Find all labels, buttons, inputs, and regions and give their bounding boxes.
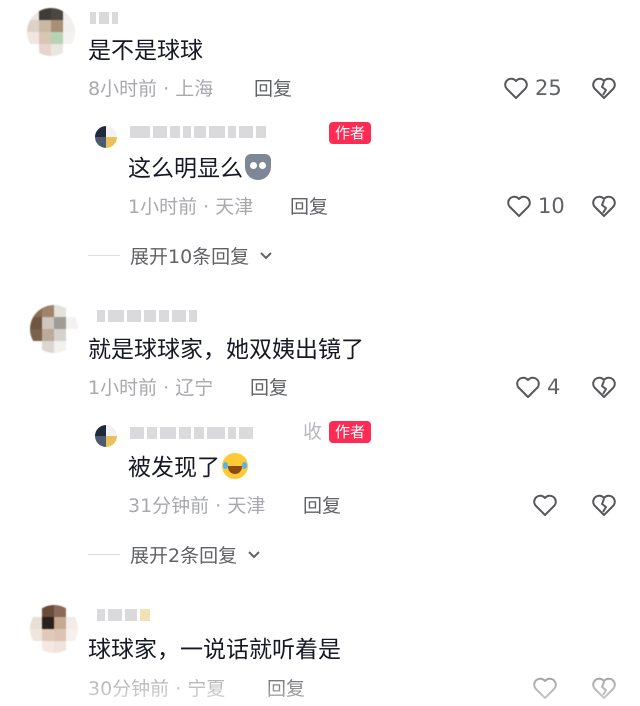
reply-meta: 1小时前 · 天津: [128, 196, 254, 218]
reply-meta: 31分钟前 · 天津: [128, 495, 266, 517]
reply-location: 天津: [215, 196, 254, 218]
expand-replies-button[interactable]: 展开2条回复: [88, 541, 261, 568]
divider: [88, 554, 120, 555]
like-button[interactable]: 25: [503, 76, 562, 100]
comment-meta: 30分钟前 · 宁夏: [88, 678, 226, 700]
comment-location: 上海: [175, 78, 214, 100]
comment-time: 8小时前: [88, 78, 158, 100]
like-count: 25: [535, 76, 562, 100]
like-count: 10: [538, 194, 565, 218]
broken-heart-icon: [592, 494, 616, 516]
broken-heart-icon: [592, 677, 616, 699]
reply-button[interactable]: 回复: [250, 376, 288, 400]
expand-label: 展开10条回复: [130, 246, 250, 268]
avatar[interactable]: [27, 8, 75, 56]
reply-button[interactable]: 回复: [290, 195, 328, 219]
reply-time: 1小时前: [128, 196, 198, 218]
comment-meta: 8小时前 · 上海: [88, 78, 214, 100]
reply-button[interactable]: 回复: [267, 677, 305, 701]
author-name-tail: 收: [303, 421, 323, 443]
comment-text: 球球家，一说话就听着是: [88, 637, 341, 663]
reply-text: 这么明显么: [128, 154, 271, 184]
heart-outline-icon: [533, 494, 557, 516]
author-tag: 作者: [329, 122, 372, 144]
broken-heart-icon: [592, 77, 616, 99]
avatar[interactable]: [30, 305, 78, 353]
author-avatar[interactable]: [95, 425, 117, 447]
expand-label: 展开2条回复: [130, 545, 238, 567]
dislike-button[interactable]: [591, 493, 617, 521]
dislike-button[interactable]: [591, 375, 617, 403]
like-button[interactable]: [532, 493, 558, 517]
comment-location: 辽宁: [175, 377, 214, 399]
reply-button[interactable]: 回复: [254, 77, 292, 101]
avatar[interactable]: [30, 605, 78, 653]
comment-text: 是不是球球: [88, 38, 203, 64]
username-blurred[interactable]: [90, 10, 118, 26]
comment-location: 宁夏: [187, 678, 226, 700]
comment-meta: 1小时前 · 辽宁: [88, 377, 214, 399]
heart-outline-icon: [533, 677, 557, 699]
laughing-crying-emoji: [222, 453, 248, 479]
dislike-button[interactable]: [591, 194, 617, 222]
username-blurred[interactable]: [97, 607, 150, 623]
author-name-blurred[interactable]: [130, 425, 253, 441]
heart-outline-icon: [516, 376, 540, 398]
broken-heart-icon: [592, 195, 616, 217]
like-count: 4: [547, 375, 561, 399]
divider: [88, 255, 120, 256]
reply-text: 被发现了: [128, 453, 248, 483]
username-blurred[interactable]: [97, 308, 197, 324]
like-button[interactable]: [532, 676, 558, 700]
reply-time: 31分钟前: [128, 495, 210, 517]
dislike-button[interactable]: [591, 76, 617, 104]
chevron-down-icon: [260, 251, 272, 259]
author-tag: 作者: [329, 421, 372, 443]
dog-face-emoji: [245, 154, 271, 180]
reply-location: 天津: [227, 495, 266, 517]
comment-time: 1小时前: [88, 377, 158, 399]
heart-outline-icon: [507, 195, 531, 217]
broken-heart-icon: [592, 376, 616, 398]
comment-time: 30分钟前: [88, 678, 170, 700]
expand-replies-button[interactable]: 展开10条回复: [88, 242, 273, 269]
author-avatar[interactable]: [95, 126, 117, 148]
like-button[interactable]: 10: [506, 194, 565, 218]
comment-text: 就是球球家，她双姨出镜了: [88, 337, 364, 363]
heart-outline-icon: [504, 77, 528, 99]
like-button[interactable]: 4: [515, 375, 560, 399]
dislike-button[interactable]: [591, 676, 617, 704]
author-name-blurred[interactable]: [130, 124, 266, 140]
chevron-down-icon: [248, 550, 260, 558]
reply-button[interactable]: 回复: [303, 494, 341, 518]
